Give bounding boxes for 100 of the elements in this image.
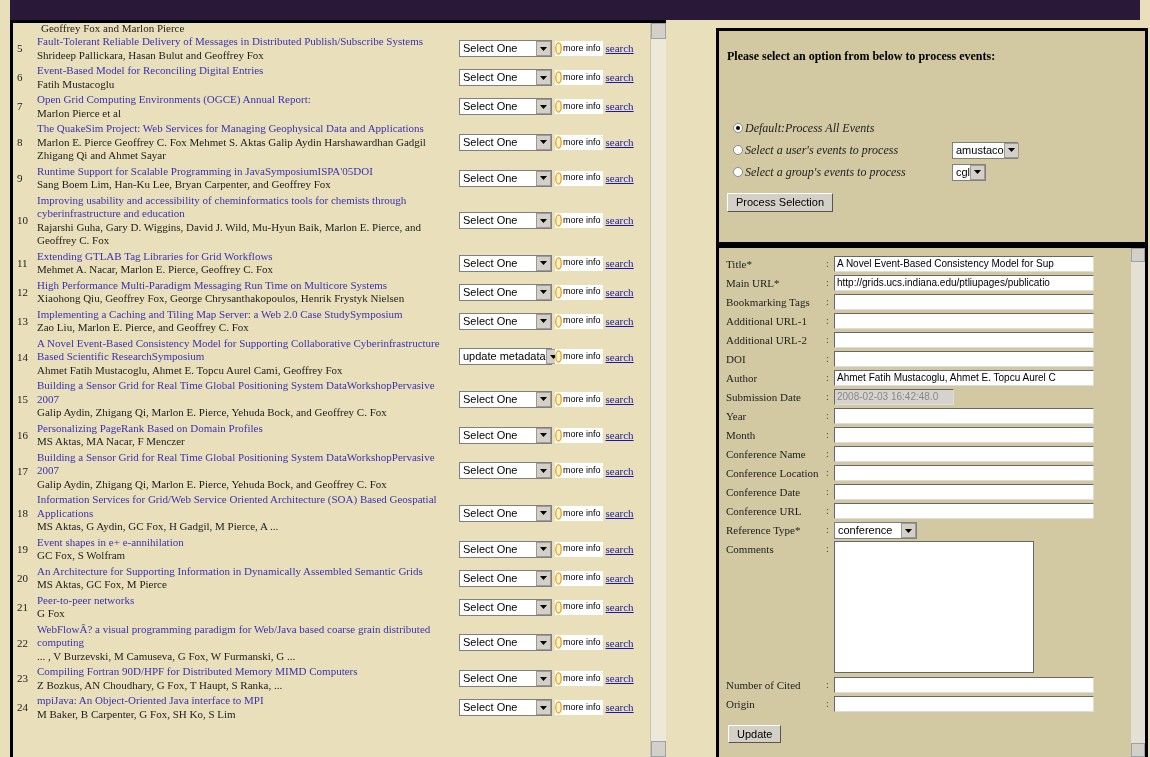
search-link[interactable]: search (605, 212, 634, 229)
title-link[interactable]: Building a Sensor Grid for Real Time Global Positioning System DataWorkshopPervasive 2007 (37, 379, 455, 406)
text-field[interactable] (834, 294, 1094, 310)
title-link[interactable]: WebFlowÂ? a visual programming paradigm for Web/Java based coarse grain distributed computing (37, 622, 455, 650)
text-field[interactable] (834, 408, 1094, 424)
dropdown[interactable]: Select One (459, 40, 552, 57)
text-field[interactable] (834, 427, 1094, 443)
more-info-button[interactable]: more info (555, 599, 603, 615)
search-link[interactable]: search (605, 569, 634, 587)
search-link[interactable]: search (605, 254, 634, 272)
search-link[interactable]: search (605, 634, 634, 651)
text-field[interactable]: A Novel Event-Based Consistency Model for Sup (834, 256, 1094, 272)
search-link[interactable]: search (605, 134, 634, 151)
search-link[interactable]: search (605, 348, 634, 365)
more-info-button[interactable]: more info (555, 541, 603, 557)
text-field[interactable] (834, 351, 1094, 367)
dropdown[interactable]: Select One (459, 670, 552, 687)
more-info-button[interactable]: more info (555, 41, 603, 56)
title-link[interactable]: A Novel Event-Based Consistency Model for Supporting Collaborative Cyberinfrastructure Based Scientific ResearchSymposium (37, 336, 455, 364)
title-link[interactable]: Runtime Support for Scalable Programming in JavaSymposiumISPA'05DOI (37, 164, 373, 178)
dropdown[interactable]: Select One (459, 254, 552, 272)
more-info-button[interactable]: more info (555, 700, 603, 715)
search-link[interactable]: search (605, 426, 634, 444)
dropdown[interactable]: amustaco (952, 141, 1018, 159)
more-info-button[interactable]: more info (555, 505, 603, 521)
search-link[interactable]: search (605, 69, 634, 86)
search-link[interactable]: search (605, 169, 634, 187)
dropdown[interactable]: Select One (459, 133, 552, 151)
dropdown[interactable]: update metadata (459, 348, 552, 366)
more-info-button[interactable]: more info (555, 134, 603, 150)
dropdown[interactable]: Select One (459, 390, 552, 408)
dropdown[interactable]: Select One (459, 69, 552, 86)
radio-button[interactable] (733, 167, 743, 177)
search-link[interactable]: search (605, 540, 634, 558)
dropdown[interactable]: Select One (459, 540, 552, 558)
search-link[interactable]: search (605, 391, 634, 408)
update-button[interactable]: Update (728, 725, 782, 743)
search-link[interactable]: search (605, 598, 634, 616)
text-field[interactable]: http://grids.ucs.indiana.edu/ptliupages/publicatio (834, 275, 1094, 291)
dropdown[interactable]: Select One (459, 212, 552, 229)
search-link[interactable]: search (605, 670, 634, 687)
dropdown[interactable]: Select One (459, 98, 552, 115)
dropdown[interactable]: Select One (459, 699, 552, 716)
more-info-button[interactable]: more info (555, 213, 603, 228)
more-info-button[interactable]: more info (555, 99, 603, 114)
title-link[interactable]: Event shapes in e+ e-annihilation (37, 535, 184, 549)
dropdown[interactable]: Select One (459, 634, 552, 652)
title-link[interactable]: Information Services for Grid/Web Service Oriented Architecture (SOA) Based Geospatial Applications (37, 493, 455, 520)
title-link[interactable]: Personalizing PageRank Based on Domain Profiles (37, 421, 263, 435)
title-link[interactable]: The QuakeSim Project: Web Services for Managing Geophysical Data and Applications (37, 122, 424, 136)
title-link[interactable]: Improving usability and accessibility of cheminformatics tools for chemists through cyberinfrastructure and education (37, 193, 455, 221)
text-field[interactable] (834, 484, 1094, 500)
title-link[interactable]: High Performance Multi-Paradigm Messaging Run Time on Multicore Systems (37, 278, 388, 292)
title-link[interactable]: Fault-Tolerant Reliable Delivery of Messages in Distributed Publish/Subscribe Systems (37, 35, 423, 49)
more-info-button[interactable]: more info (555, 284, 603, 300)
more-info-button[interactable]: more info (555, 671, 603, 686)
title-link[interactable]: Compiling Fortran 90D/HPF for Distributed Memory MIMD Computers (37, 665, 358, 679)
dropdown[interactable]: cgl (952, 163, 986, 181)
text-field[interactable]: Ahmet Fatih Mustacoglu, Ahmet E. Topcu Aurel C (834, 370, 1094, 386)
more-info-button[interactable]: more info (555, 570, 603, 586)
more-info-button[interactable]: more info (555, 463, 603, 479)
more-info-button[interactable]: more info (555, 70, 603, 85)
process-selection-button[interactable]: Process Selection (727, 193, 834, 212)
text-field[interactable] (834, 677, 1094, 693)
title-link[interactable]: Extending GTLAB Tag Libraries for Grid Workflows (37, 249, 273, 263)
search-link[interactable]: search (605, 98, 634, 115)
comments-textarea[interactable] (834, 541, 1034, 673)
more-info-button[interactable]: more info (555, 427, 603, 443)
more-info-button[interactable]: more info (555, 170, 603, 186)
radio-button[interactable] (733, 145, 743, 155)
text-field[interactable] (834, 503, 1094, 519)
dropdown[interactable]: Select One (459, 598, 552, 616)
search-link[interactable]: search (605, 462, 634, 479)
search-link[interactable]: search (605, 312, 634, 330)
radio-button[interactable] (733, 123, 743, 133)
search-link[interactable]: search (605, 505, 634, 522)
dropdown[interactable]: Select One (459, 462, 552, 480)
text-field[interactable] (834, 313, 1094, 329)
more-info-button[interactable]: more info (555, 635, 603, 651)
title-link[interactable]: mpiJava: An Object-Oriented Java interface to MPI (37, 694, 264, 708)
title-link[interactable]: Building a Sensor Grid for Real Time Global Positioning System DataWorkshopPervasive 2007 (37, 450, 455, 478)
dropdown[interactable]: conference (834, 522, 917, 539)
dropdown[interactable]: Select One (459, 504, 552, 522)
search-link[interactable]: search (605, 699, 634, 716)
title-link[interactable]: Open Grid Computing Environments (OGCE) Annual Report: (37, 93, 311, 107)
scrollbar[interactable] (1131, 248, 1145, 757)
search-link[interactable]: search (605, 40, 634, 57)
more-info-button[interactable]: more info (555, 255, 603, 271)
title-link[interactable]: Peer-to-peer networks (37, 593, 135, 607)
more-info-button[interactable]: more info (555, 313, 603, 329)
text-field[interactable] (834, 446, 1094, 462)
dropdown[interactable]: Select One (459, 312, 552, 330)
text-field[interactable] (834, 696, 1094, 712)
text-field[interactable] (834, 465, 1094, 481)
dropdown[interactable]: Select One (459, 569, 552, 587)
more-info-button[interactable]: more info (555, 391, 603, 407)
dropdown[interactable]: Select One (459, 169, 552, 187)
dropdown[interactable]: Select One (459, 426, 552, 444)
title-link[interactable]: Implementing a Caching and Tiling Map Server: a Web 2.0 Case StudySymposium (37, 307, 403, 321)
text-field[interactable] (834, 332, 1094, 348)
